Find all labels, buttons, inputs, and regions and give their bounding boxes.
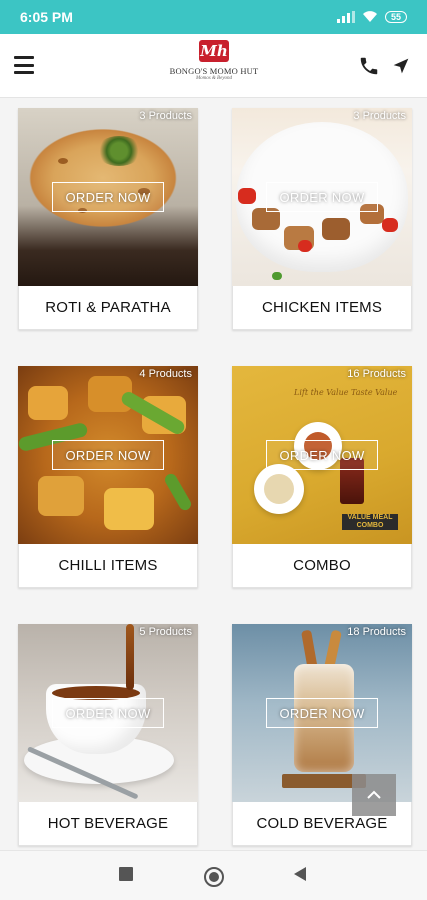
combo-script-text: Lift the Value Taste Value: [294, 388, 398, 397]
wifi-icon: [362, 11, 377, 22]
order-now-button[interactable]: ORDER NOW: [52, 182, 164, 212]
category-image[interactable]: 3 Products ORDER NOW: [232, 108, 412, 286]
app-header: Mh BONGO'S MOMO HUT Momos & Beyond: [0, 34, 427, 98]
logo-mark: Mh: [199, 40, 229, 62]
category-grid: 3 Products ORDER NOW ROTI & PARATHA 3 Pr…: [0, 98, 427, 850]
category-label: CHICKEN ITEMS: [232, 286, 412, 330]
chevron-up-icon: [367, 790, 381, 799]
category-image[interactable]: 5 Products ORDER NOW: [18, 624, 198, 802]
category-card-roti-paratha[interactable]: 3 Products ORDER NOW ROTI & PARATHA: [18, 108, 198, 330]
order-now-button[interactable]: ORDER NOW: [52, 440, 164, 470]
brand-logo[interactable]: Mh BONGO'S MOMO HUT Momos & Beyond: [160, 40, 268, 92]
category-label: CHILLI ITEMS: [18, 544, 198, 588]
order-now-button[interactable]: ORDER NOW: [266, 440, 378, 470]
category-card-hot-beverage[interactable]: 5 Products ORDER NOW HOT BEVERAGE: [18, 624, 198, 846]
recent-apps-icon[interactable]: [119, 867, 133, 881]
scroll-to-top-button[interactable]: [352, 774, 396, 816]
product-count-badge: 4 Products: [139, 368, 192, 380]
product-count-badge: 16 Products: [347, 368, 406, 380]
order-now-button[interactable]: ORDER NOW: [52, 698, 164, 728]
navigation-arrow-icon[interactable]: [390, 55, 412, 77]
category-card-chicken-items[interactable]: 3 Products ORDER NOW CHICKEN ITEMS: [232, 108, 412, 330]
product-count-badge: 5 Products: [139, 626, 192, 638]
product-count-badge: 3 Products: [353, 110, 406, 122]
category-label: COMBO: [232, 544, 412, 588]
combo-promo-text: VALUE MEAL COMBO: [342, 514, 398, 530]
product-count-badge: 3 Products: [139, 110, 192, 122]
category-image[interactable]: 3 Products ORDER NOW: [18, 108, 198, 286]
category-image[interactable]: Lift the Value Taste Value VALUE MEAL CO…: [232, 366, 412, 544]
back-icon[interactable]: [294, 867, 306, 881]
logo-tagline: Momos & Beyond: [195, 76, 233, 81]
status-bar: 6:05 PM 55: [0, 0, 427, 34]
signal-icon: [336, 11, 355, 23]
logo-name: BONGO'S MOMO HUT: [169, 66, 259, 76]
status-icons: 55: [336, 11, 407, 23]
home-icon[interactable]: [204, 867, 224, 887]
category-label: ROTI & PARATHA: [18, 286, 198, 330]
status-time: 6:05 PM: [20, 9, 73, 25]
order-now-button[interactable]: ORDER NOW: [266, 182, 378, 212]
order-now-button[interactable]: ORDER NOW: [266, 698, 378, 728]
product-count-badge: 18 Products: [347, 626, 406, 638]
system-navigation-bar: [0, 850, 427, 900]
category-card-combo[interactable]: Lift the Value Taste Value VALUE MEAL CO…: [232, 366, 412, 588]
category-label: HOT BEVERAGE: [18, 802, 198, 846]
category-image[interactable]: 4 Products ORDER NOW: [18, 366, 198, 544]
battery-indicator: 55: [384, 11, 407, 23]
menu-icon[interactable]: [14, 56, 34, 74]
category-card-chilli-items[interactable]: 4 Products ORDER NOW CHILLI ITEMS: [18, 366, 198, 588]
phone-icon[interactable]: [358, 55, 380, 77]
